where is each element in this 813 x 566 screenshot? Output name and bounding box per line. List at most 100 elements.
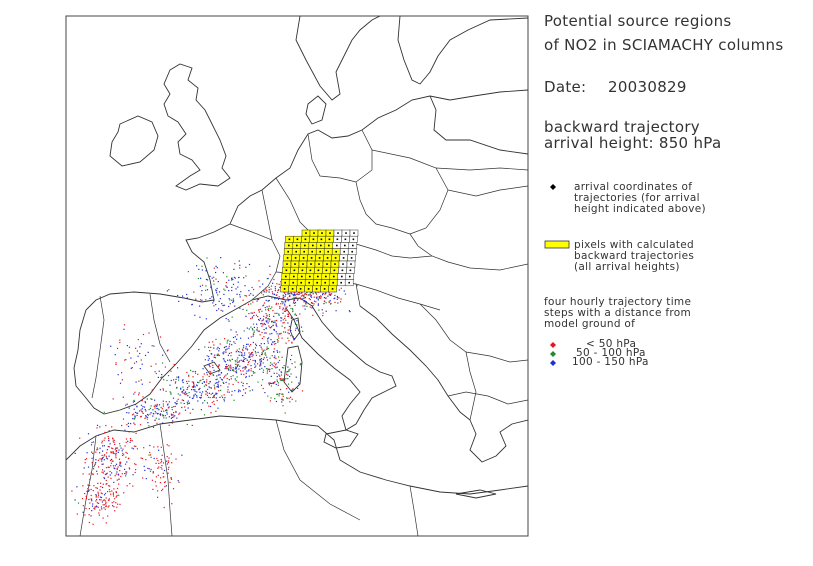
arrival-point	[312, 238, 315, 241]
arrival-point	[307, 288, 310, 290]
trajectory-point	[194, 389, 196, 391]
trajectory-point	[265, 309, 267, 311]
trajectory-point	[231, 358, 233, 360]
trajectory-point	[130, 357, 132, 359]
trajectory-point	[103, 445, 105, 447]
trajectory-point	[159, 336, 162, 338]
trajectory-point	[102, 483, 104, 485]
trajectory-point	[223, 293, 225, 295]
trajectory-point	[105, 497, 107, 499]
trajectory-point	[88, 521, 90, 524]
trajectory-point	[115, 473, 117, 475]
trajectory-point	[107, 515, 109, 517]
trajectory-point	[212, 396, 214, 399]
trajectory-point	[109, 491, 111, 493]
trajectory-point	[92, 490, 94, 492]
trajectory-point	[97, 491, 99, 493]
trajectory-point	[290, 329, 292, 332]
trajectory-point	[111, 490, 113, 492]
trajectory-point	[244, 352, 246, 354]
trajectory-point	[284, 315, 286, 317]
trajectory-point	[126, 452, 128, 454]
trajectory-point	[119, 464, 121, 467]
trajectory-point	[265, 291, 267, 293]
trajectory-point	[199, 391, 201, 393]
trajectory-point	[265, 313, 267, 315]
trajectory-point	[271, 306, 273, 308]
trajectory-point	[127, 422, 129, 424]
trajectory-point	[244, 285, 246, 287]
trajectory-point	[264, 352, 266, 354]
arrival-point	[299, 288, 302, 290]
trajectory-point	[114, 510, 116, 512]
trajectory-point	[274, 298, 276, 300]
trajectory-point	[129, 468, 131, 470]
trajectory-point	[197, 381, 199, 383]
trajectory-point	[306, 305, 308, 307]
trajectory-point	[236, 376, 238, 378]
trajectory-point	[175, 381, 177, 383]
trajectory-point	[227, 389, 229, 391]
trajectory-point	[125, 451, 127, 453]
trajectory-point	[213, 299, 215, 301]
trajectory-point	[268, 325, 270, 327]
trajectory-point	[252, 359, 254, 362]
trajectory-point	[103, 411, 105, 413]
trajectory-point	[216, 382, 218, 384]
trajectory-point	[237, 357, 239, 359]
trajectory-point	[291, 398, 293, 400]
trajectory-point	[101, 442, 103, 444]
trajectory-point	[167, 460, 170, 462]
trajectory-point	[139, 368, 141, 370]
trajectory-point	[201, 393, 203, 395]
trajectory-point	[95, 459, 97, 461]
trajectory-point	[294, 297, 296, 299]
trajectory-point	[202, 378, 204, 380]
trajectory-point	[248, 356, 250, 358]
trajectory-point	[278, 313, 280, 315]
trajectory-point	[273, 278, 275, 281]
trajectory-point	[175, 411, 177, 413]
trajectory-point	[228, 279, 230, 281]
trajectory-point	[276, 325, 278, 327]
trajectory-point	[272, 324, 274, 326]
trajectory-point	[207, 396, 209, 398]
trajectory-point	[260, 361, 262, 363]
trajectory-point	[130, 423, 132, 425]
trajectory-point	[243, 330, 245, 332]
trajectory-point	[111, 502, 113, 504]
trajectory-point	[250, 336, 252, 338]
trajectory-point	[266, 321, 268, 323]
trajectory-point	[168, 406, 170, 408]
trajectory-point	[202, 391, 204, 393]
trajectory-point	[95, 500, 97, 502]
trajectory-point	[271, 344, 273, 346]
trajectory-point	[288, 315, 290, 318]
trajectory-point	[122, 452, 124, 454]
trajectory-point	[266, 359, 269, 361]
trajectory-point	[90, 515, 92, 517]
trajectory-point	[109, 470, 111, 473]
arrival-point	[352, 238, 355, 241]
trajectory-point	[279, 393, 281, 395]
trajectory-point	[219, 396, 221, 398]
trajectory-point	[201, 299, 203, 301]
trajectory-point	[125, 463, 127, 465]
trajectory-point	[154, 481, 157, 483]
trajectory-point	[331, 293, 333, 295]
trajectory-point	[98, 502, 100, 504]
trajectory-point	[242, 382, 244, 384]
trajectory-point	[141, 457, 143, 460]
trajectory-point	[112, 492, 114, 494]
trajectory-point	[230, 364, 232, 366]
trajectory-point	[165, 410, 167, 412]
trajectory-point	[209, 381, 211, 383]
trajectory-point	[154, 410, 156, 413]
trajectory-point	[171, 422, 173, 424]
trajectory-point	[140, 404, 143, 406]
trajectory-point	[285, 294, 287, 296]
trajectory-point	[110, 462, 112, 464]
trajectory-point	[299, 297, 301, 299]
trajectory-point	[199, 316, 201, 318]
trajectory-point	[178, 377, 180, 379]
